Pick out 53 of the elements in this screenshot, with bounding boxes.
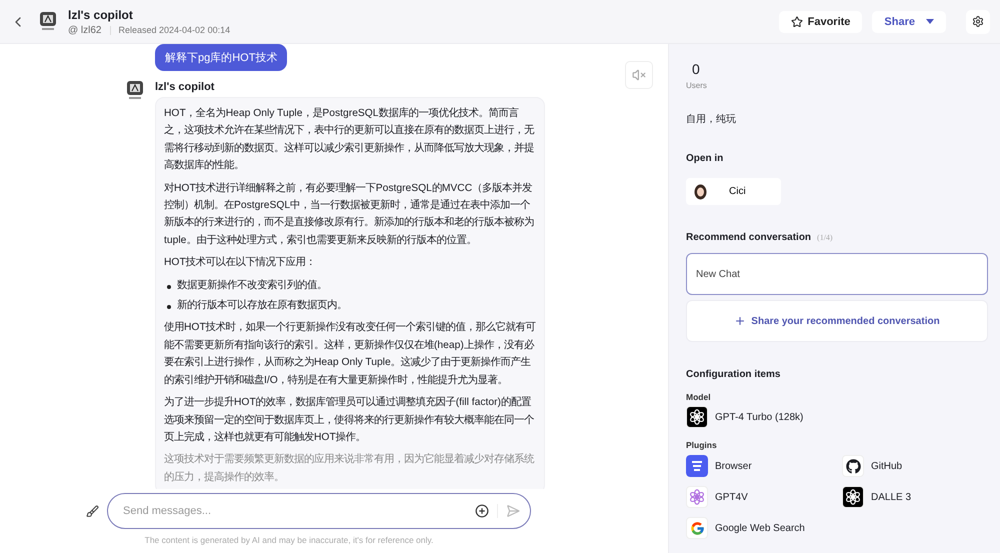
message-box[interactable]: Send messages... [107, 493, 531, 529]
knot-icon [845, 489, 861, 505]
plugin-name: Browser [715, 460, 752, 472]
bot-name: lzl's copilot [155, 81, 216, 93]
bot-logo-icon [38, 10, 58, 32]
message-paragraph: 使用HOT技术时，如果一个行更新操作没有改变任何一个索引键的值，那么它就有可能不需要更新所有指向该行的索引。这样，更新操作仅仅在堆(heap)上操作，没有必要在索引上进行操作，从而称之为Heap Only Tuple。这减少了由于更新操作而产生的索引维护开销和磁盘I/O，特别是在有大量更新操作时，性能提升尤为显著。 [164, 320, 536, 388]
list-item: 新的行版本可以存放在原有数据页内。 [177, 298, 347, 314]
share-button[interactable]: Share [872, 10, 946, 32]
settings-button[interactable] [966, 10, 990, 34]
list-item: 数据更新操作不改变索引列的值。 [177, 278, 327, 293]
plugin-name: GitHub [871, 460, 902, 472]
google-icon [690, 520, 704, 536]
share-conversation-button[interactable]: Share your recommended conversation [686, 300, 988, 342]
section-title: Open in [686, 153, 724, 164]
message-paragraph: 对HOT技术进行详细解释之前，有必要理解一下PostgreSQL的MVCC（多版本并发控制）机制。在PostgreSQL中，当一行数据被更新时，通常是通过在表中添加一个新版本的行来进行的，而不是直接修改原有行。新添加的行版本和老的行版本被称为tuple。由于这种处理方式，索引也需要更新来反映新的行版本的位置。 [164, 181, 535, 248]
github-icon [846, 458, 860, 474]
star-icon [790, 16, 803, 28]
users-label: Users [686, 81, 708, 90]
knot-icon [689, 489, 705, 505]
bot-title: lzl's copilot [68, 8, 134, 22]
plugin-name: Google Web Search [715, 522, 805, 534]
open-in-app-button[interactable]: Cici [686, 178, 781, 205]
add-icon[interactable] [475, 504, 489, 518]
speaker-muted-icon [632, 68, 646, 82]
message-field[interactable]: Send messages... [121, 504, 467, 518]
user-message: 解释下pg库的HOT技术 [155, 44, 288, 71]
message-paragraph: 为了进一步提升HOT的效率，数据库管理员可以通过调整填充因子(fill factor)的配置选项来预留一定的空间于数据库页上，使得将来的行更新操作有较大概率能在同一个页上完成，这样也就更有可能触发HOT操作。 [164, 395, 535, 445]
section-title: Configuration items [686, 369, 780, 380]
conversation-card[interactable]: New Chat [686, 253, 988, 295]
plus-icon [734, 315, 746, 327]
plugin-name: DALLE 3 [871, 492, 912, 502]
conversation-count: (1/4) [817, 233, 833, 242]
section-title: Recommend conversation [686, 232, 812, 243]
plugin-name: GPT4V [715, 492, 748, 502]
model-label: Model [686, 392, 712, 402]
favorite-button[interactable]: Favorite [778, 10, 862, 32]
bot-description: 自用，纯玩 [686, 113, 737, 126]
message-paragraph: HOT技术可以在以下情况下应用： [164, 255, 317, 270]
message-paragraph: HOT，全名为Heap Only Tuple，是PostgreSQL数据库的一项优化技术。简而言之，这项技术允许在某些情况下，表中行的更新可以直接在原有的数据页上进行，无需将行移动到新的数据页。这样可以减少索引更新操作，从而降低写放大现象，并提高数据库的性能。 [164, 106, 536, 174]
browser-icon [686, 455, 708, 477]
settings-icon [972, 15, 984, 28]
author-handle: @ lzl62 [68, 24, 102, 36]
avatar-icon [694, 184, 707, 200]
caret-icon [926, 18, 934, 24]
release-date: Released 2024-04-02 00:14 [118, 25, 230, 35]
users-count: 0 [692, 61, 701, 77]
knot-icon [689, 409, 705, 425]
message-paragraph: 这项技术对于需要频繁更新数据的应用来说非常有用，因为它能显着减少对存储系统的压力，提高操作的效率。 [164, 452, 536, 485]
clear-icon[interactable] [86, 504, 99, 518]
disclaimer: The content is generated by AI and may be inaccurate, it's for reference only. [144, 535, 434, 545]
model-name: GPT-4 Turbo (128k) [715, 412, 804, 422]
bot-avatar-icon [125, 79, 145, 101]
plugins-label: Plugins [686, 440, 718, 450]
